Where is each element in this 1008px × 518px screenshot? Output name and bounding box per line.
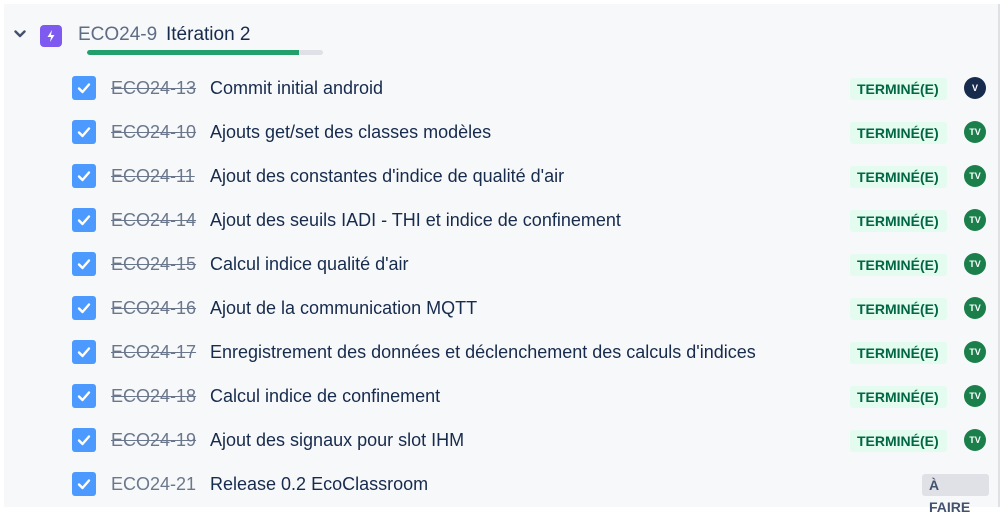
status-badge[interactable]: TERMINÉ(E) bbox=[850, 78, 947, 100]
issue-key[interactable]: ECO24-10 bbox=[111, 120, 196, 144]
child-issue-row[interactable]: ECO24-14 Ajout des seuils IADI - THI et … bbox=[4, 198, 998, 242]
child-issue-row[interactable]: ECO24-15 Calcul indice qualité d'air TER… bbox=[4, 242, 998, 286]
issue-summary[interactable]: Ajout des seuils IADI - THI et indice de… bbox=[210, 208, 621, 232]
assignee-avatar[interactable]: TV bbox=[964, 297, 986, 319]
issue-key[interactable]: ECO24-15 bbox=[111, 252, 196, 276]
issue-key[interactable]: ECO24-13 bbox=[111, 76, 196, 100]
lightning-bolt-icon bbox=[40, 25, 62, 47]
epic-progress-fill bbox=[87, 50, 300, 55]
issue-key[interactable]: ECO24-16 bbox=[111, 296, 196, 320]
status-badge[interactable]: TERMINÉ(E) bbox=[850, 342, 947, 364]
issue-key[interactable]: ECO24-19 bbox=[111, 428, 196, 452]
child-issue-row[interactable]: ECO24-21 Release 0.2 EcoClassroom À FAIR… bbox=[4, 462, 998, 515]
child-issue-row[interactable]: ECO24-10 Ajouts get/set des classes modè… bbox=[4, 110, 998, 154]
task-checkbox-icon bbox=[72, 164, 96, 188]
issue-summary[interactable]: Ajout des signaux pour slot IHM bbox=[210, 428, 464, 452]
assignee-avatar[interactable]: TV bbox=[964, 121, 986, 143]
status-badge[interactable]: TERMINÉ(E) bbox=[850, 298, 947, 320]
child-issue-row[interactable]: ECO24-16 Ajout de la communication MQTT … bbox=[4, 286, 998, 330]
child-issue-row[interactable]: ECO24-11 Ajout des constantes d'indice d… bbox=[4, 154, 998, 198]
epic-panel: ECO24-9 Itération 2 ECO24-13 Commit init… bbox=[4, 4, 1000, 515]
status-badge[interactable]: À FAIRE bbox=[922, 474, 989, 515]
task-checkbox-icon bbox=[72, 208, 96, 232]
issue-summary[interactable]: Release 0.2 EcoClassroom bbox=[210, 472, 428, 496]
issue-summary[interactable]: Enregistrement des données et déclenchem… bbox=[210, 340, 756, 364]
status-badge[interactable]: TERMINÉ(E) bbox=[850, 386, 947, 408]
status-badge[interactable]: TERMINÉ(E) bbox=[850, 166, 947, 188]
issue-key[interactable]: ECO24-14 bbox=[111, 208, 196, 232]
child-issue-row[interactable]: ECO24-18 Calcul indice de confinement TE… bbox=[4, 374, 998, 418]
issue-key[interactable]: ECO24-17 bbox=[111, 340, 196, 364]
issue-key[interactable]: ECO24-21 bbox=[111, 472, 196, 496]
task-checkbox-icon bbox=[72, 252, 96, 276]
child-issue-row[interactable]: ECO24-17 Enregistrement des données et d… bbox=[4, 330, 998, 374]
issue-key[interactable]: ECO24-11 bbox=[111, 164, 195, 188]
issue-summary[interactable]: Calcul indice qualité d'air bbox=[210, 252, 409, 276]
epic-key[interactable]: ECO24-9 bbox=[78, 24, 157, 46]
task-checkbox-icon bbox=[72, 340, 96, 364]
task-checkbox-icon bbox=[72, 472, 96, 496]
issue-summary[interactable]: Ajouts get/set des classes modèles bbox=[210, 120, 491, 144]
issue-summary[interactable]: Calcul indice de confinement bbox=[210, 384, 440, 408]
task-checkbox-icon bbox=[72, 296, 96, 320]
assignee-avatar[interactable]: TV bbox=[964, 209, 986, 231]
issue-summary[interactable]: Ajout des constantes d'indice de qualité… bbox=[210, 164, 564, 188]
issue-summary[interactable]: Ajout de la communication MQTT bbox=[210, 296, 477, 320]
chevron-down-icon[interactable] bbox=[12, 26, 28, 42]
child-issue-row[interactable]: ECO24-13 Commit initial android TERMINÉ(… bbox=[4, 66, 998, 110]
epic-row[interactable]: ECO24-9 Itération 2 bbox=[4, 4, 998, 64]
assignee-avatar[interactable]: TV bbox=[964, 253, 986, 275]
epic-title[interactable]: Itération 2 bbox=[166, 24, 251, 46]
assignee-avatar[interactable]: TV bbox=[964, 429, 986, 451]
assignee-avatar[interactable]: TV bbox=[964, 341, 986, 363]
child-issue-row[interactable]: ECO24-19 Ajout des signaux pour slot IHM… bbox=[4, 418, 998, 462]
status-badge[interactable]: TERMINÉ(E) bbox=[850, 430, 947, 452]
issue-key[interactable]: ECO24-18 bbox=[111, 384, 196, 408]
task-checkbox-icon bbox=[72, 384, 96, 408]
epic-progress-bar bbox=[87, 50, 323, 55]
task-checkbox-icon bbox=[72, 120, 96, 144]
status-badge[interactable]: TERMINÉ(E) bbox=[850, 122, 947, 144]
status-badge[interactable]: TERMINÉ(E) bbox=[850, 254, 947, 276]
assignee-avatar[interactable]: V bbox=[964, 77, 986, 99]
task-checkbox-icon bbox=[72, 76, 96, 100]
issue-summary[interactable]: Commit initial android bbox=[210, 76, 383, 100]
status-badge[interactable]: TERMINÉ(E) bbox=[850, 210, 947, 232]
task-checkbox-icon bbox=[72, 428, 96, 452]
assignee-avatar[interactable]: TV bbox=[964, 385, 986, 407]
assignee-avatar[interactable]: TV bbox=[964, 165, 986, 187]
